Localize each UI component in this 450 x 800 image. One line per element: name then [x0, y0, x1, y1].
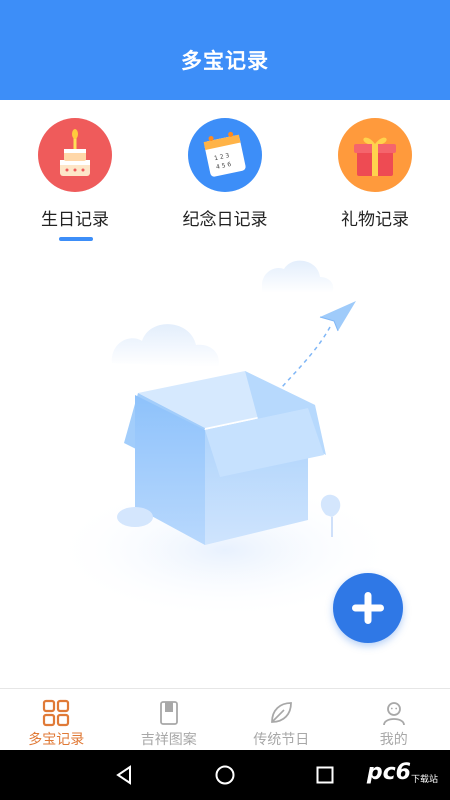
nav-label: 多宝记录 — [28, 732, 85, 748]
person-icon — [382, 702, 405, 726]
book-icon — [159, 701, 178, 725]
birthday-cake-icon — [38, 118, 112, 192]
bottom-nav: 多宝记录 吉祥图案 传统节日 我的 — [0, 688, 450, 750]
nav-label: 我的 — [379, 732, 408, 748]
tab-label: 生日记录 — [41, 210, 109, 230]
tab-label: 纪念日记录 — [182, 210, 268, 230]
app-header: 多宝记录 — [0, 0, 450, 100]
nav-item-records[interactable]: 多宝记录 — [0, 689, 113, 750]
add-record-button[interactable] — [333, 573, 403, 643]
nav-label: 传统节日 — [253, 732, 310, 748]
active-tab-indicator — [59, 237, 93, 241]
back-button[interactable] — [111, 762, 137, 788]
gift-box-icon — [338, 118, 412, 192]
nav-item-profile[interactable]: 我的 — [338, 689, 450, 750]
tab-gift[interactable]: 礼物记录 — [300, 118, 450, 230]
tab-anniversary[interactable]: 1 2 3 4 5 6 纪念日记录 — [150, 118, 300, 230]
calendar-icon: 1 2 3 4 5 6 — [188, 118, 262, 192]
home-circle-icon — [215, 765, 235, 785]
watermark-logo: pc6下载站 — [367, 760, 438, 785]
recents-button[interactable] — [312, 762, 338, 788]
watermark-text: pc6 — [366, 760, 411, 785]
back-triangle-icon — [116, 765, 131, 785]
page-title: 多宝记录 — [181, 49, 269, 73]
system-nav-bar: pc6下载站 — [0, 750, 450, 800]
tab-label: 礼物记录 — [341, 210, 409, 230]
leaf-icon — [271, 702, 293, 723]
grid-icon — [43, 699, 70, 727]
plus-icon — [352, 592, 384, 624]
watermark-sub: 下载站 — [410, 775, 438, 785]
tab-birthday[interactable]: 生日记录 — [0, 118, 150, 230]
category-tabs: 生日记录 1 2 3 4 5 6 纪念日记录 礼物记录 — [0, 100, 450, 250]
home-button[interactable] — [212, 762, 238, 788]
nav-label: 吉祥图案 — [140, 732, 197, 748]
nav-item-patterns[interactable]: 吉祥图案 — [113, 689, 226, 750]
nav-item-festivals[interactable]: 传统节日 — [225, 689, 338, 750]
recents-square-icon — [316, 766, 334, 784]
